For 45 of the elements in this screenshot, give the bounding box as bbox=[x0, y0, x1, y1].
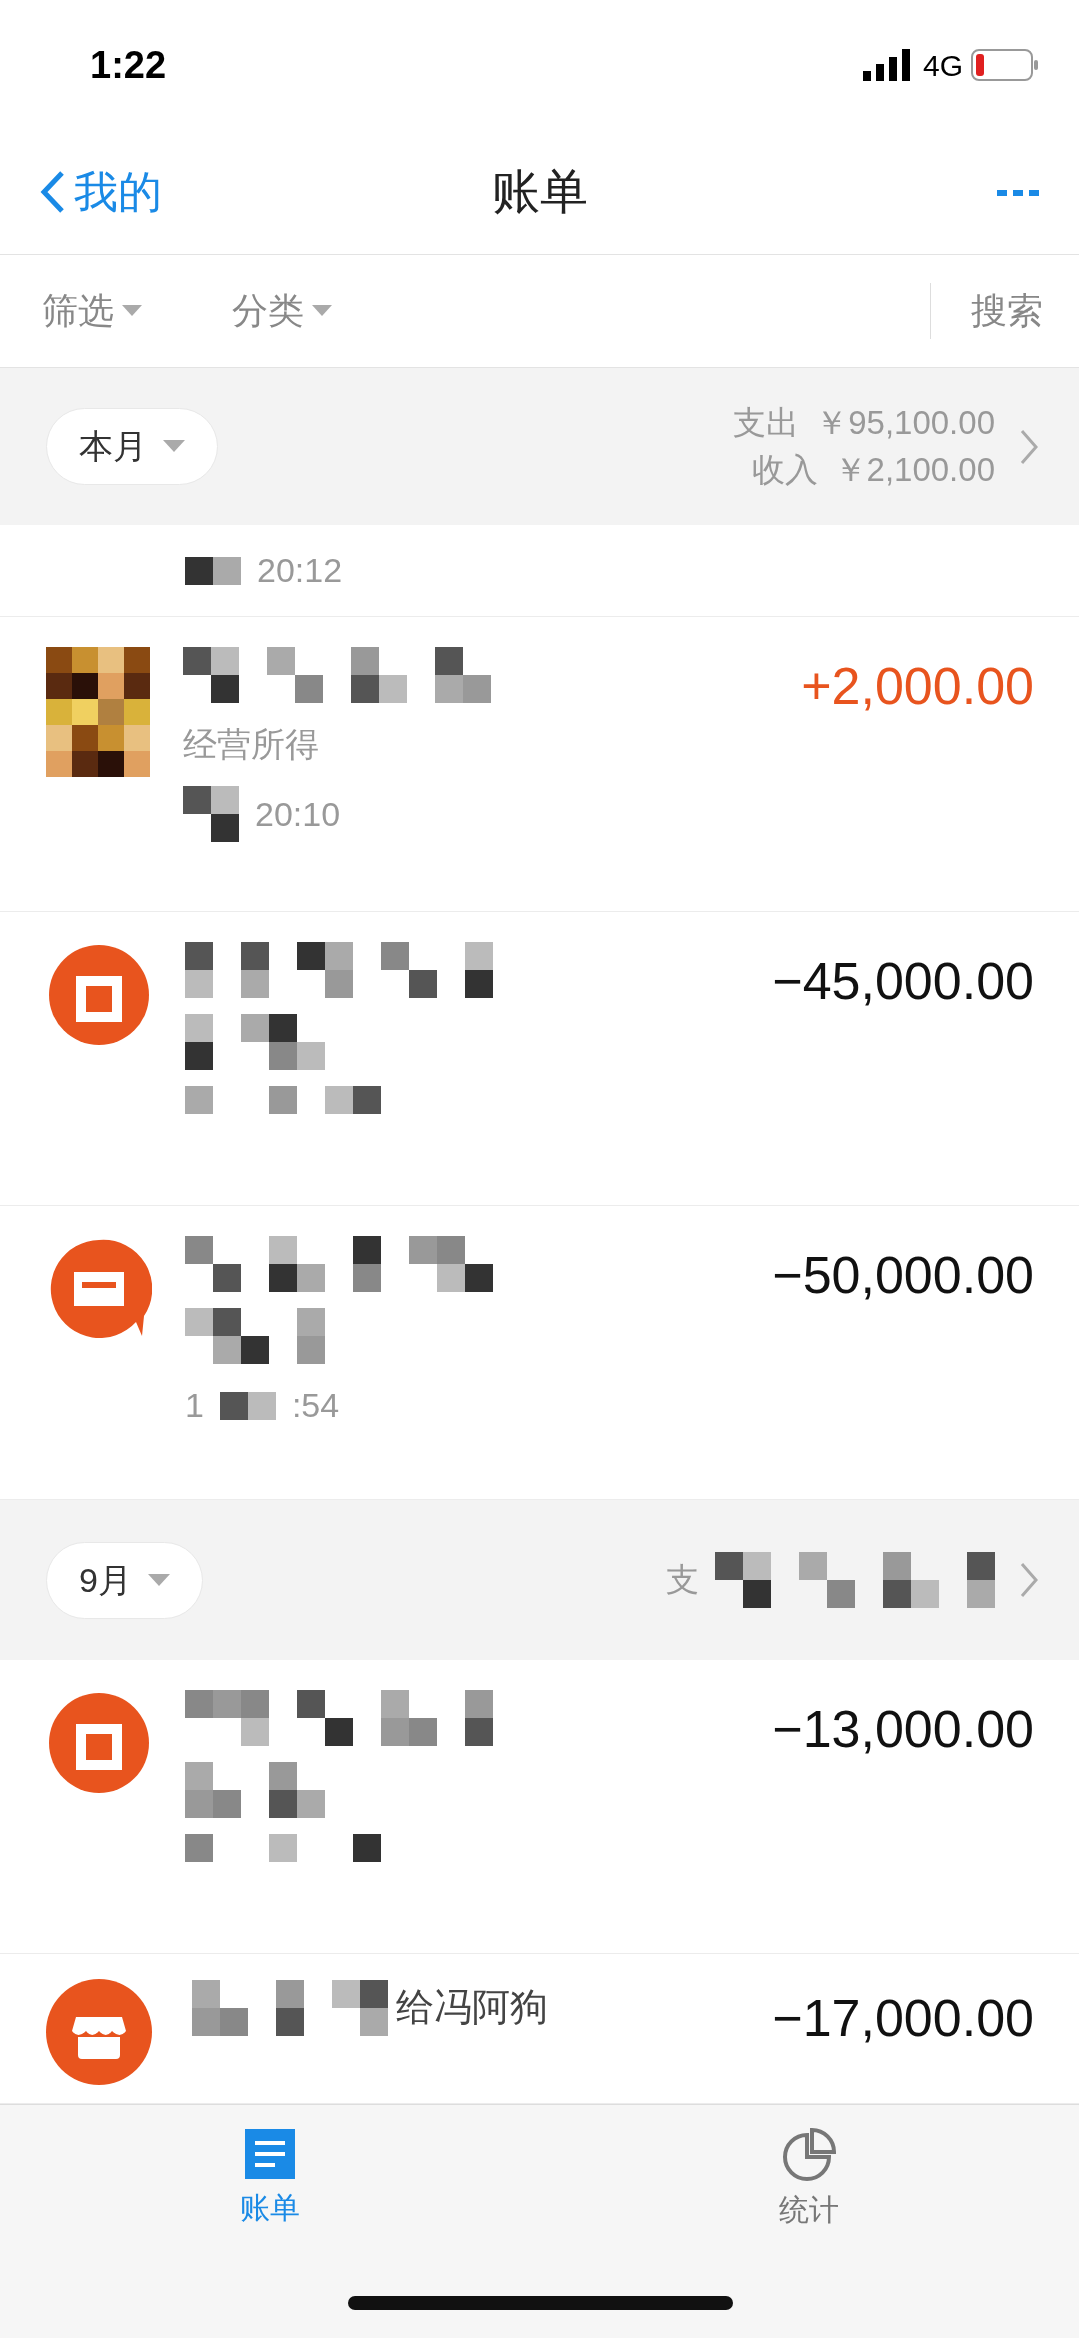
clock-time: 1:22 bbox=[90, 42, 167, 88]
page-title: 账单 bbox=[491, 165, 588, 218]
transaction-time: 1 bbox=[185, 1385, 204, 1426]
transaction-time: 20:10 bbox=[255, 793, 341, 835]
tab-button[interactable]: 账单 bbox=[239, 2127, 300, 2230]
payee-name: 给冯阿狗 bbox=[396, 1985, 548, 2030]
network-label: 4G bbox=[922, 47, 963, 84]
shop-bag-icon bbox=[46, 1690, 152, 1796]
filter-dropdown[interactable]: 分类 bbox=[232, 284, 332, 338]
list-icon bbox=[242, 2127, 297, 2181]
month-dropdown[interactable]: 本月 bbox=[46, 408, 218, 485]
back-chevron-icon bbox=[40, 170, 66, 214]
pixelated-text-drawing bbox=[219, 1391, 276, 1420]
summary-label: 支 bbox=[666, 1559, 699, 1600]
back-button[interactable]: 我的 bbox=[40, 159, 162, 225]
transaction-amount: −45,000.00 bbox=[772, 951, 1034, 1012]
month-dropdown[interactable]: 9月 bbox=[46, 1541, 203, 1619]
summary-amount: ￥95,100.00 bbox=[815, 403, 995, 444]
transaction-time: 20:12 bbox=[257, 550, 343, 591]
more-dots-icon bbox=[997, 187, 1039, 198]
caret-icon bbox=[312, 305, 332, 317]
caret-icon bbox=[147, 1573, 170, 1587]
summary-label: 支出 bbox=[733, 403, 800, 444]
pixelated-avatar-icon bbox=[46, 647, 150, 777]
chevron-right-icon bbox=[1019, 427, 1039, 466]
caret-icon bbox=[122, 305, 142, 317]
shop-bag-icon bbox=[46, 942, 152, 1048]
store-icon bbox=[46, 1979, 152, 2085]
transaction-amount: −13,000.00 bbox=[772, 1699, 1034, 1760]
battery-icon bbox=[971, 49, 1039, 81]
transaction-amount: −50,000.00 bbox=[772, 1245, 1034, 1306]
search-button[interactable]: 搜索 bbox=[930, 283, 1049, 339]
pixelated-text-drawing bbox=[183, 786, 239, 842]
filter-dropdown[interactable]: 筛选 bbox=[42, 284, 142, 338]
chevron-right-icon bbox=[1019, 1561, 1039, 1599]
pixelated-text-drawing bbox=[185, 556, 241, 585]
tab-button[interactable]: 统计 bbox=[779, 2127, 840, 2232]
transaction-amount: +2,000.00 bbox=[801, 656, 1034, 717]
transaction-category: 经营所得 bbox=[183, 724, 320, 765]
summary-amount: ￥2,100.00 bbox=[833, 449, 995, 490]
caret-icon bbox=[163, 440, 185, 453]
summary-label: 收入 bbox=[751, 449, 818, 490]
transaction-amount: −17,000.00 bbox=[772, 1988, 1034, 2049]
pie-chart-icon bbox=[781, 2127, 838, 2183]
transaction-time: :54 bbox=[291, 1385, 340, 1426]
